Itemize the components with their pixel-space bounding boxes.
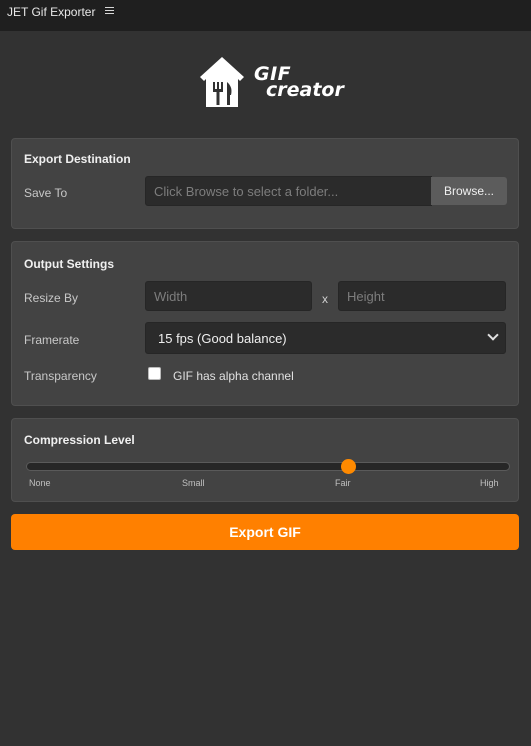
tick-small: Small [182,478,205,488]
dimension-separator: x [322,292,328,306]
export-destination-panel: Export Destination Save To Browse... [11,138,519,229]
house-fork-knife-icon [200,57,244,107]
logo-text-creator: creator [266,79,344,101]
resize-by-label: Resize By [24,291,79,305]
framerate-select[interactable]: 15 fps (Good balance) [145,322,506,354]
alpha-channel-label: GIF has alpha channel [173,369,294,383]
browse-button[interactable]: Browse... [431,177,507,205]
save-to-label: Save To [24,186,68,200]
alpha-channel-checkbox[interactable] [148,367,161,380]
compression-slider-thumb[interactable] [341,459,357,474]
folder-path-input[interactable] [145,176,432,206]
export-gif-button[interactable]: Export GIF [11,514,519,550]
tick-fair: Fair [335,478,351,488]
output-settings-panel: Output Settings Resize By x Framerate 15… [11,241,519,406]
tick-high: High [480,478,499,488]
tick-none: None [29,478,51,488]
transparency-label: Transparency [24,369,97,383]
window-title: JET Gif Exporter [7,5,96,19]
compression-slider-track[interactable] [26,462,510,471]
framerate-selected-value: 15 fps (Good balance) [158,330,287,346]
chevron-down-icon [487,329,499,341]
output-settings-title: Output Settings [24,257,114,271]
height-input[interactable] [338,281,506,311]
export-destination-title: Export Destination [24,152,131,166]
gif-creator-logo: GIF creator [196,55,352,109]
title-bar: JET Gif Exporter [0,0,531,31]
compression-title: Compression Level [24,433,135,447]
hamburger-icon[interactable] [105,6,115,15]
width-input[interactable] [145,281,312,311]
compression-panel: Compression Level None Small Fair High [11,418,519,502]
framerate-label: Framerate [24,333,80,347]
